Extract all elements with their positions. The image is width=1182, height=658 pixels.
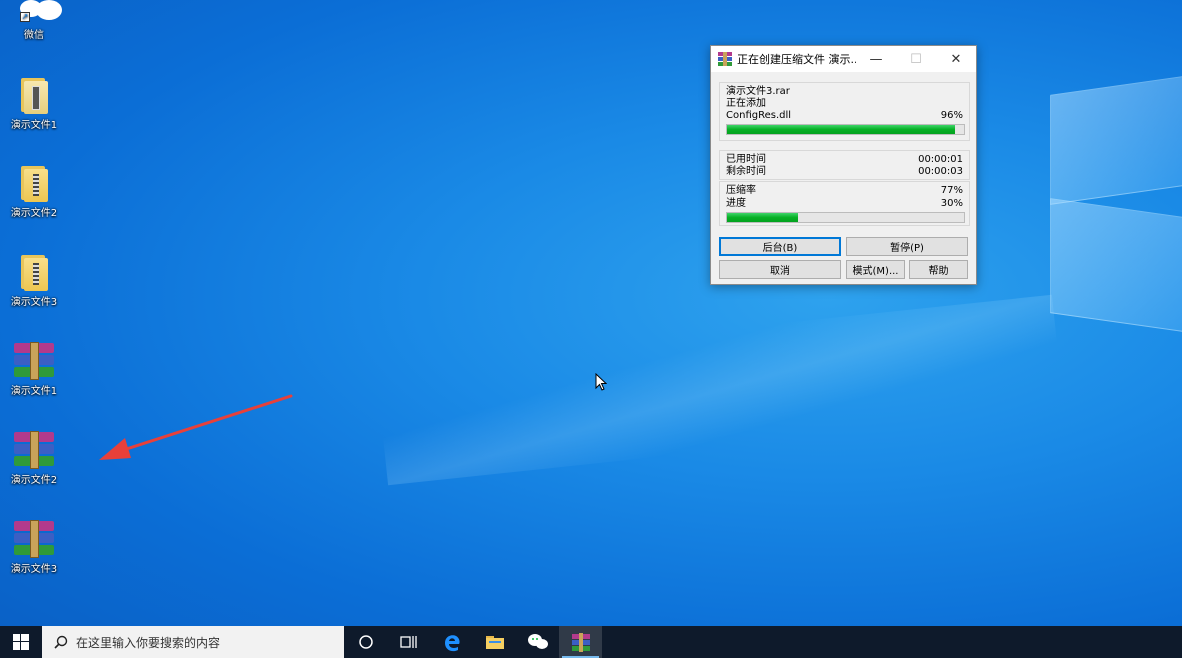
current-file-panel: 演示文件3.rar 正在添加 ConfigRes.dll 96%	[719, 82, 970, 141]
file-progress-bar	[726, 124, 965, 135]
file-explorer-icon	[485, 636, 504, 649]
folder-icon	[19, 164, 49, 202]
winrar-icon	[571, 633, 590, 652]
desktop-icon-rar-1[interactable]: 演示文件1	[4, 342, 64, 397]
elapsed-value: 00:00:01	[918, 154, 963, 165]
dialog-titlebar[interactable]: 正在创建压缩文件 演示... — ☐ ✕	[711, 46, 976, 72]
task-view-icon	[399, 636, 417, 648]
desktop-icon-wechat[interactable]: ↗ 微信	[4, 0, 64, 41]
file-percent: 96%	[940, 110, 963, 121]
progress-value: 30%	[940, 198, 963, 209]
mouse-cursor-icon	[595, 373, 607, 391]
pause-button[interactable]: 暂停(P)	[846, 237, 968, 256]
windows-logo-wallpaper	[1040, 70, 1182, 340]
elapsed-label: 已用时间	[726, 154, 766, 165]
total-progress-fill	[727, 213, 799, 222]
wechat-icon: ↗	[12, 0, 62, 24]
desktop-icon-folder-3[interactable]: 演示文件3	[4, 253, 64, 308]
red-arrow-annotation	[99, 394, 293, 460]
dialog-title: 正在创建压缩文件 演示...	[737, 53, 856, 66]
search-icon	[54, 635, 68, 649]
folder-icon	[19, 253, 49, 291]
file-explorer-button[interactable]	[473, 626, 516, 658]
progress-label: 进度	[726, 198, 746, 209]
wechat-taskbar-button[interactable]	[516, 626, 559, 658]
wechat-icon	[527, 634, 548, 649]
desktop-icon-label: 演示文件3	[10, 564, 58, 575]
desktop-icon-label: 演示文件2	[10, 208, 58, 219]
desktop-icon-label: 微信	[24, 30, 44, 41]
ratio-label: 压缩率	[726, 185, 756, 196]
cancel-button[interactable]: 取消	[719, 260, 841, 279]
desktop-icon-label: 演示文件2	[10, 475, 58, 486]
search-placeholder: 在这里输入你要搜索的内容	[76, 635, 221, 650]
windows-start-icon	[13, 634, 29, 650]
winrar-archive-icon	[12, 342, 56, 380]
wallpaper-light-beam	[375, 294, 1065, 486]
remaining-value: 00:00:03	[918, 166, 963, 177]
overall-panel: 压缩率 77% 进度 30%	[719, 181, 970, 226]
winrar-icon	[718, 52, 732, 66]
edge-button[interactable]	[430, 626, 473, 658]
desktop-icon-label: 演示文件1	[10, 120, 58, 131]
start-button[interactable]	[0, 626, 42, 658]
current-file-name: ConfigRes.dll	[726, 110, 792, 121]
file-progress-fill	[727, 125, 955, 134]
cortana-icon	[358, 635, 373, 649]
minimize-button[interactable]: —	[856, 46, 896, 72]
desktop-icon-label: 演示文件1	[10, 386, 58, 397]
remaining-label: 剩余时间	[726, 166, 766, 177]
desktop-icon-folder-2[interactable]: 演示文件2	[4, 164, 64, 219]
taskbar-search-box[interactable]: 在这里输入你要搜索的内容	[42, 626, 344, 658]
cortana-button[interactable]	[344, 626, 387, 658]
ratio-value: 77%	[940, 185, 963, 196]
action-text: 正在添加	[726, 98, 766, 109]
mode-button[interactable]: 模式(M)...	[846, 260, 905, 279]
background-button[interactable]: 后台(B)	[719, 237, 841, 256]
zip-folder-icon	[19, 76, 49, 114]
edge-icon	[444, 635, 460, 652]
taskbar: 在这里输入你要搜索的内容	[0, 626, 1182, 658]
maximize-button: ☐	[910, 51, 922, 67]
help-button[interactable]: 帮助	[909, 260, 968, 279]
close-button[interactable]: ✕	[936, 46, 976, 72]
desktop-icon-rar-2[interactable]: 演示文件2	[4, 431, 64, 486]
archive-name: 演示文件3.rar	[726, 86, 790, 97]
winrar-archive-icon	[12, 431, 56, 469]
winrar-archive-icon	[12, 520, 56, 558]
winrar-taskbar-button[interactable]	[559, 626, 602, 658]
task-view-button[interactable]	[387, 626, 430, 658]
winrar-progress-dialog[interactable]: 正在创建压缩文件 演示... — ☐ ✕ 演示文件3.rar 正在添加 Conf…	[710, 45, 977, 285]
total-progress-bar	[726, 212, 965, 223]
desktop-icon-label: 演示文件3	[10, 297, 58, 308]
desktop-icon-rar-3[interactable]: 演示文件3	[4, 520, 64, 575]
desktop-icon-folder-1[interactable]: 演示文件1	[4, 76, 64, 131]
time-panel: 已用时间 00:00:01 剩余时间 00:00:03	[719, 150, 970, 180]
